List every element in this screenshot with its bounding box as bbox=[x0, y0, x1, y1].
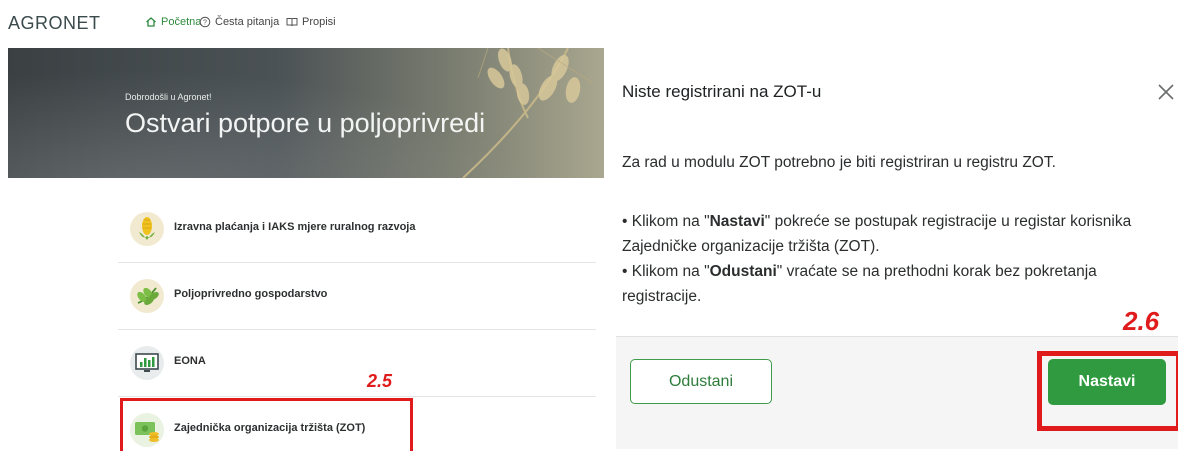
step-label-2-6: 2.6 bbox=[1123, 306, 1160, 336]
plant-icon bbox=[130, 279, 164, 313]
highlight-box-zot bbox=[120, 398, 413, 451]
menu-item-label: Izravna plaćanja i IAKS mjere ruralnog r… bbox=[174, 221, 416, 233]
monitor-chart-icon bbox=[130, 346, 164, 380]
close-icon[interactable] bbox=[1156, 82, 1176, 102]
dialog-intro: Za rad u modulu ZOT potrebno je biti reg… bbox=[622, 154, 1056, 171]
bullet-continue-prefix: • Klikom na " bbox=[622, 213, 710, 230]
menu-item-farm[interactable]: Poljoprivredno gospodarstvo bbox=[118, 263, 596, 330]
step-label-2-5: 2.5 bbox=[367, 371, 393, 391]
dialog-title: Niste registrirani na ZOT-u bbox=[622, 82, 822, 101]
nav-home[interactable]: Početna bbox=[145, 16, 201, 28]
book-icon bbox=[286, 18, 298, 27]
menu-item-eona[interactable]: EONA bbox=[118, 330, 596, 397]
bullet-cancel-bold: Odustani bbox=[709, 263, 777, 280]
bullet-cancel-prefix: • Klikom na " bbox=[622, 263, 710, 280]
hero-banner: Dobrodošli u Agronet! Ostvari potpore u … bbox=[8, 48, 604, 178]
nav-regulations-label: Propisi bbox=[302, 16, 336, 28]
menu-item-label: EONA bbox=[174, 355, 206, 367]
highlight-box-continue bbox=[1037, 351, 1178, 431]
svg-text:?: ? bbox=[203, 20, 207, 27]
menu-item-direct-payments[interactable]: Izravna plaćanja i IAKS mjere ruralnog r… bbox=[118, 196, 596, 263]
agronet-logo[interactable]: AGRONET bbox=[8, 13, 101, 34]
hero-title: Ostvari potpore u poljoprivredi bbox=[125, 108, 486, 138]
dialog-bullet-continue: • Klikom na "Nastavi" pokreće se postupa… bbox=[622, 209, 1174, 259]
dialog-bullet-cancel: • Klikom na "Odustani" vraćate se na pre… bbox=[622, 259, 1174, 309]
agronet-page: AGRONET Početna ? Česta pitanja Propisi bbox=[0, 0, 604, 451]
top-navigation: AGRONET Početna ? Česta pitanja Propisi bbox=[0, 0, 604, 50]
nav-home-label: Početna bbox=[161, 16, 202, 28]
corn-icon bbox=[130, 212, 164, 246]
menu-item-label: Poljoprivredno gospodarstvo bbox=[174, 288, 328, 300]
hero-welcome: Dobrodošli u Agronet! bbox=[125, 92, 212, 102]
home-icon bbox=[146, 17, 156, 27]
help-circle-icon: ? bbox=[199, 16, 211, 28]
bullet-continue-bold: Nastavi bbox=[709, 213, 765, 230]
nav-regulations[interactable]: Propisi bbox=[286, 16, 336, 28]
nav-faq-label: Česta pitanja bbox=[215, 16, 280, 28]
nav-faq[interactable]: ? Česta pitanja bbox=[199, 16, 279, 28]
cancel-button[interactable]: Odustani bbox=[630, 359, 772, 404]
registration-dialog: Niste registrirani na ZOT-u Za rad u mod… bbox=[616, 48, 1178, 449]
